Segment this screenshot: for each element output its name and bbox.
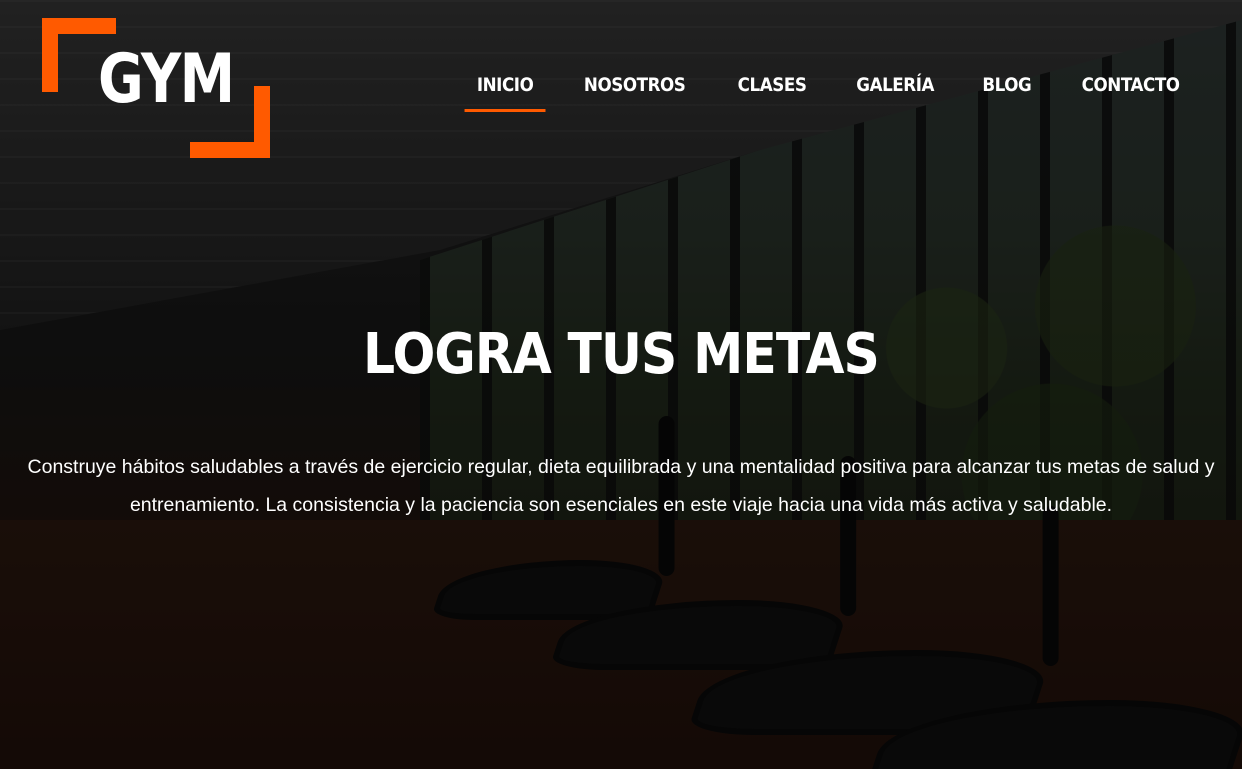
nav-item-contacto[interactable]: CONTACTO	[1064, 72, 1197, 112]
hero-headline: LOGRA TUS METAS	[363, 322, 880, 387]
nav-item-galeria[interactable]: GALERÍA	[838, 72, 951, 112]
hero-description: Construye hábitos saludables a través de…	[27, 456, 1215, 516]
hero-section: GYM INICIO NOSOTROS CLASES GALERÍA BLOG …	[0, 0, 1242, 769]
main-nav: INICIO NOSOTROS CLASES GALERÍA BLOG CONT…	[453, 72, 1206, 112]
nav-item-blog[interactable]: BLOG	[965, 72, 1049, 112]
nav-item-clases[interactable]: CLASES	[720, 72, 824, 112]
nav-item-nosotros[interactable]: NOSOTROS	[567, 72, 704, 112]
logo-text: GYM	[98, 40, 235, 119]
gym-logo[interactable]: GYM	[42, 18, 270, 158]
nav-item-inicio[interactable]: INICIO	[459, 72, 551, 112]
